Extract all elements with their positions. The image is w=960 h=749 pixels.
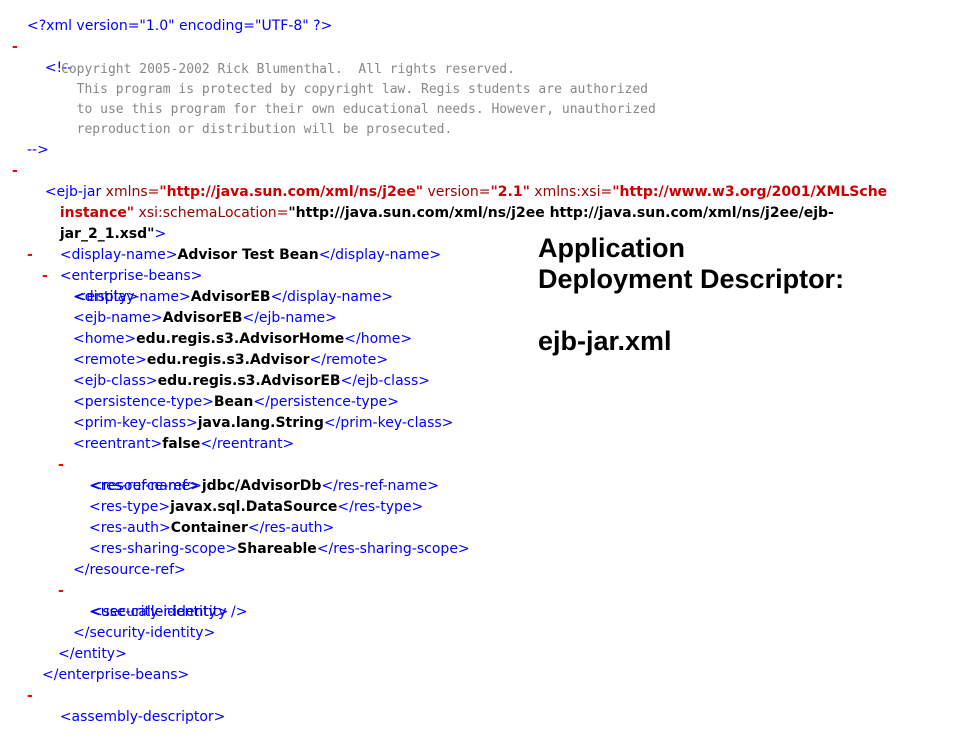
xml-viewer: <?xml version="1.0" encoding="UTF-8" ?> … <box>0 0 960 725</box>
enterprise-beans-close-tag: </enterprise-beans> <box>42 667 190 683</box>
entity-field: <home>edu.regis.s3.AdvisorHome</home> <box>73 331 413 347</box>
security-identity-open-tag: - <security-identity> <box>58 581 229 620</box>
comment-line: reproduction or distribution will be pro… <box>61 122 453 137</box>
entity-close-tag: </entity> <box>58 646 127 662</box>
resource-ref-field: <res-type>javax.sql.DataSource</res-type… <box>89 499 424 515</box>
collapse-toggle-assembly-descriptor[interactable]: - <box>27 686 33 707</box>
entity-field: <remote>edu.regis.s3.Advisor</remote> <box>73 352 389 368</box>
ejb-jar-open-tag-cont: instance" xsi:schemaLocation="http://jav… <box>59 205 834 221</box>
comment-line: This program is protected by copyright l… <box>61 82 648 97</box>
ejb-jar-open-tag-cont: jar_2_1.xsd"> <box>59 226 167 242</box>
caption-line: Deployment Descriptor: <box>538 264 845 294</box>
resource-ref-field: <res-ref-name>jdbc/AdvisorDb</res-ref-na… <box>89 478 439 494</box>
comment-line: to use this program for their own educat… <box>61 102 656 117</box>
collapse-toggle-ejb-jar[interactable]: - <box>12 161 18 182</box>
collapse-toggle-entity[interactable]: - <box>42 266 48 287</box>
caption-line: Application <box>538 233 685 263</box>
assembly-descriptor-open-tag: - <assembly-descriptor> <box>27 686 226 725</box>
collapse-toggle-comment[interactable]: - <box>12 37 18 58</box>
comment-close: --> <box>27 142 49 158</box>
entity-field: <persistence-type>Bean</persistence-type… <box>73 394 399 410</box>
entity-field: <ejb-name>AdvisorEB</ejb-name> <box>73 310 337 326</box>
resource-ref-field: <res-auth>Container</res-auth> <box>89 520 335 536</box>
collapse-toggle-resource-ref[interactable]: - <box>58 455 64 476</box>
entity-field: <reentrant>false</reentrant> <box>73 436 295 452</box>
security-identity-close-tag: </security-identity> <box>73 625 216 641</box>
collapse-toggle-security-identity[interactable]: - <box>58 581 64 602</box>
ejb-jar-open-tag: - <ejb-jar xmlns="http://java.sun.com/xml… <box>12 161 888 200</box>
resource-ref-open-tag: - <resource-ref> <box>58 455 199 494</box>
display-name-element: <display-name>Advisor Test Bean</display… <box>59 247 442 263</box>
entity-field: <display-name>AdvisorEB</display-name> <box>73 289 393 305</box>
comment-line: Copyright 2005-2002 Rick Blumenthal. All… <box>61 62 515 77</box>
collapse-toggle-enterprise-beans[interactable]: - <box>27 245 33 266</box>
entity-field: <prim-key-class>java.lang.String</prim-k… <box>73 415 454 431</box>
caption-filename: ejb-jar.xml <box>538 326 672 356</box>
enterprise-beans-open-tag: - <enterprise-beans> <box>27 245 203 284</box>
use-caller-identity-tag: <use-caller-identity /> <box>89 604 248 620</box>
resource-ref-field: <res-sharing-scope>Shareable</res-sharin… <box>89 541 470 557</box>
entity-field: <ejb-class>edu.regis.s3.AdvisorEB</ejb-c… <box>73 373 430 389</box>
comment-node: - <!-- <box>12 37 73 76</box>
slide-caption: Application Deployment Descriptor: ejb-j… <box>538 233 958 357</box>
xml-declaration: <?xml version="1.0" encoding="UTF-8" ?> <box>27 18 333 34</box>
entity-open-tag: - <entity> <box>42 266 139 305</box>
resource-ref-close-tag: </resource-ref> <box>73 562 186 578</box>
